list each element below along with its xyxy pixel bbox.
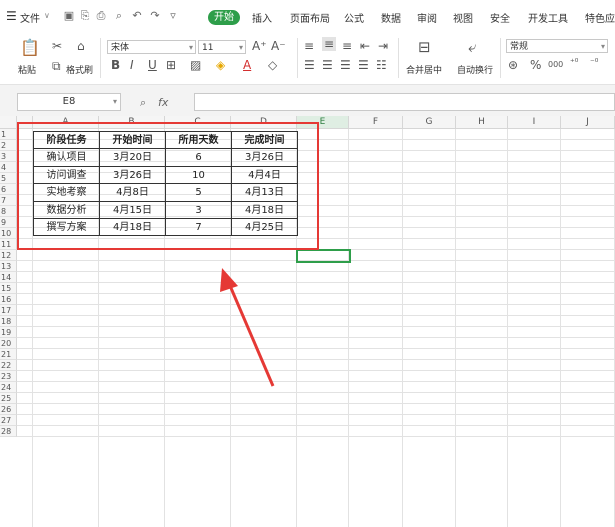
save-icon[interactable]: ▣ [62, 9, 76, 23]
divider [100, 38, 101, 78]
file-menu[interactable]: 文件 [20, 10, 40, 25]
bold-button[interactable]: B [111, 58, 120, 72]
fx-label[interactable]: fx [158, 96, 168, 109]
paste-icon[interactable]: 📋 [20, 38, 40, 57]
font-color-icon[interactable]: A [243, 58, 251, 72]
align-left-icon[interactable]: ☰ [304, 58, 315, 72]
chevron-down-icon: ▾ [238, 43, 243, 52]
tab-page-layout[interactable]: 页面布局 [290, 10, 330, 25]
tab-review[interactable]: 审阅 [417, 10, 437, 25]
redo-icon[interactable]: ↷ [148, 9, 162, 23]
arrow-head [220, 268, 238, 292]
font-size-select[interactable]: 11 ▾ [198, 40, 246, 54]
tab-special[interactable]: 特色应 [585, 10, 615, 25]
tab-developer[interactable]: 开发工具 [528, 10, 568, 25]
percent-button[interactable]: % [530, 58, 541, 72]
tab-security[interactable]: 安全 [490, 10, 510, 25]
zoom-icon[interactable]: ⌕ [140, 96, 146, 110]
justify-icon[interactable]: ☰ [358, 58, 369, 72]
tab-insert[interactable]: 插入 [252, 10, 272, 25]
decrease-font-icon[interactable]: A⁻ [271, 39, 286, 53]
divider [297, 38, 298, 78]
number-format-select[interactable]: 常规 ▾ [506, 39, 608, 53]
tab-data[interactable]: 数据 [381, 10, 401, 25]
currency-icon[interactable]: ⊛ [508, 58, 518, 72]
font-name-select[interactable]: 宋体 ▾ [107, 40, 196, 54]
wrap-text-icon[interactable]: ⤶ [468, 38, 476, 56]
fill-color-icon[interactable]: ◈ [216, 58, 225, 72]
align-middle-icon[interactable]: ≡ [322, 37, 337, 51]
fill-style-icon[interactable]: ▨ [190, 58, 201, 72]
tab-start[interactable]: 开始 [208, 10, 240, 25]
paste-button[interactable]: 粘贴 [18, 63, 36, 76]
tab-view[interactable]: 视图 [453, 10, 473, 25]
merge-center-button[interactable]: 合并居中 [406, 63, 442, 76]
menu-bar: ☰ 文件 ∨ ▣ ⎘ ⎙ ⌕ ↶ ↷ ▿ 开始 插入 页面布局 公式 数据 审阅… [0, 0, 615, 35]
thousands-button[interactable]: 000 [548, 60, 563, 69]
cut-icon[interactable]: ✂ [52, 39, 62, 53]
align-center-icon[interactable]: ☰ [322, 58, 333, 72]
decrease-decimal-icon[interactable]: ⁻⁰ [590, 58, 598, 68]
align-top-icon[interactable]: ≡ [304, 39, 314, 53]
print-icon[interactable]: ⎙ [94, 9, 108, 23]
clear-format-icon[interactable]: ◇ [268, 58, 277, 72]
wrap-text-button[interactable]: 自动换行 [457, 63, 493, 76]
copy-icon[interactable]: ⧉ [52, 59, 61, 74]
indent-decrease-icon[interactable]: ⇤ [360, 39, 370, 53]
chevron-down-icon: ▾ [188, 43, 193, 52]
underline-button[interactable]: U [148, 58, 157, 72]
format-painter-icon[interactable]: ⌂ [77, 39, 85, 53]
name-box[interactable]: E8 ▾ [17, 93, 121, 111]
border-icon[interactable]: ⊞ [166, 58, 176, 72]
divider [500, 38, 501, 78]
chevron-down-icon[interactable]: ∨ [44, 11, 50, 20]
formula-bar: E8 ▾ ⌕ fx [0, 84, 615, 118]
hamburger-icon[interactable]: ☰ [6, 9, 17, 23]
indent-increase-icon[interactable]: ⇥ [378, 39, 388, 53]
print-preview-icon[interactable]: ⌕ [112, 9, 126, 23]
align-bottom-icon[interactable]: ≡ [342, 39, 352, 53]
format-painter-button[interactable]: 格式刷 [66, 63, 93, 76]
tab-formula[interactable]: 公式 [344, 10, 364, 25]
formula-input[interactable] [194, 93, 615, 111]
increase-font-icon[interactable]: A⁺ [252, 39, 267, 53]
align-right-icon[interactable]: ☰ [340, 58, 351, 72]
divider [398, 38, 399, 78]
spreadsheet-grid[interactable]: A B C D E F G H I J 1 2 3 4 5 6 7 8 9 10 11 12 13 14 15 16 17 18 19 2… [0, 116, 615, 527]
arrow-shaft [226, 280, 275, 387]
output-icon[interactable]: ⎘ [78, 9, 92, 23]
increase-decimal-icon[interactable]: ⁺⁰ [570, 58, 578, 68]
ribbon-toolbar: 📋 粘贴 ✂ ⧉ ⌂ 格式刷 宋体 ▾ 11 ▾ A⁺ A⁻ B I U ⊞ ▨ ◈… [0, 34, 615, 84]
distribute-icon[interactable]: ☷ [376, 58, 387, 72]
annotation-arrow [220, 268, 275, 387]
chevron-down-icon: ▾ [600, 42, 605, 51]
undo-icon[interactable]: ↶ [130, 9, 144, 23]
chevron-down-icon: ▾ [112, 97, 117, 106]
more-icon[interactable]: ▿ [166, 9, 180, 23]
italic-button[interactable]: I [130, 58, 134, 72]
merge-center-icon[interactable]: ⊟ [418, 38, 431, 56]
